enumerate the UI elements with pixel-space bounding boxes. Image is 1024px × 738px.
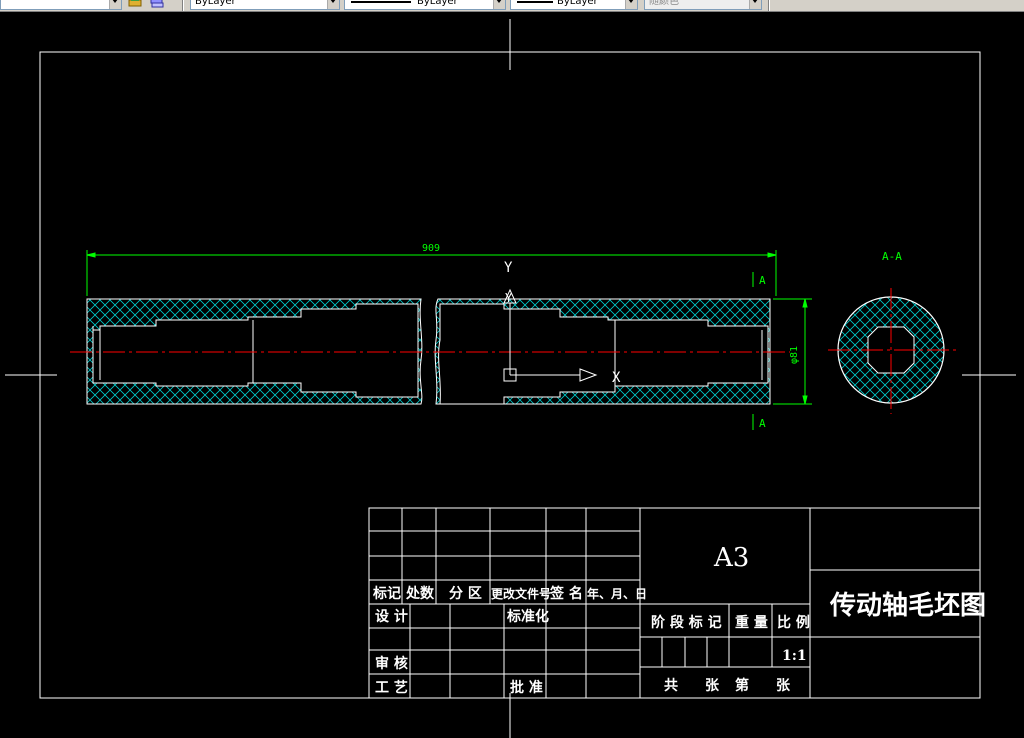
- plotstyle-dropdown[interactable]: 随颜色: [644, 0, 762, 10]
- sheet-unit-label-2: 张: [776, 678, 791, 694]
- section-view-aa: [828, 288, 958, 414]
- layer-previous-icon[interactable]: [150, 0, 164, 9]
- overall-length-value: 909: [422, 243, 440, 254]
- chevron-down-icon[interactable]: [749, 0, 761, 9]
- rev-header-doc: 更改文件号: [491, 586, 551, 601]
- plotstyle-dropdown-value: 随颜色: [649, 0, 679, 7]
- overall-length-dimension: [86, 250, 777, 296]
- stage-label: 阶 段 标 记: [651, 614, 722, 631]
- weight-label: 重 量: [735, 614, 768, 631]
- page-label: 第: [735, 677, 749, 694]
- section-label-top: A: [759, 274, 766, 287]
- toolbar-separator: [768, 0, 770, 11]
- chevron-down-icon[interactable]: [625, 0, 637, 9]
- toolbar-separator: [182, 0, 184, 11]
- chevron-down-icon[interactable]: [493, 0, 505, 9]
- section-view-title: A-A: [882, 250, 902, 263]
- layer-dropdown[interactable]: [0, 0, 122, 10]
- rev-header-count: 处数: [405, 585, 435, 602]
- approve-label: 批 准: [510, 679, 543, 696]
- shaft-front-view: [70, 298, 790, 405]
- section-label-bottom: A: [759, 417, 766, 430]
- chevron-down-icon[interactable]: [109, 0, 121, 9]
- rev-header-sign: 签 名: [549, 585, 583, 602]
- drawing-name: 传动轴毛坯图: [829, 591, 986, 621]
- process-label: 工 艺: [375, 679, 408, 696]
- review-label: 审 核: [375, 655, 408, 672]
- properties-toolbar: ByLayer ByLayer ByLayer 随颜色: [0, 0, 1024, 12]
- standardize-label: 标准化: [506, 608, 549, 625]
- scale-value: 1:1: [782, 648, 807, 664]
- diameter-value: φ81: [789, 346, 800, 364]
- lineweight-dropdown[interactable]: ByLayer: [510, 0, 638, 10]
- layer-state-icon[interactable]: [128, 0, 142, 9]
- color-dropdown[interactable]: ByLayer: [190, 0, 340, 10]
- ucs-crosshair-y-label: Y: [504, 260, 513, 276]
- linetype-preview: [351, 1, 411, 3]
- ucs-y-label: Y: [505, 291, 513, 305]
- total-label: 共: [664, 677, 678, 694]
- sheet-size-label: A3: [713, 543, 749, 573]
- rev-header-zone: 分 区: [449, 586, 482, 602]
- linetype-dropdown[interactable]: ByLayer: [344, 0, 506, 10]
- ucs-x-label: X: [612, 370, 621, 386]
- rev-header-date: 年、月、日: [587, 586, 647, 601]
- design-label: 设 计: [375, 608, 408, 625]
- drawing-canvas[interactable]: Y Y X 909 φ81 A A A-A A3 传动轴毛坯图 标记 处数 分 …: [0, 12, 1024, 738]
- rev-header-mark: 标记: [372, 585, 401, 602]
- color-dropdown-value: ByLayer: [195, 0, 236, 7]
- chevron-down-icon[interactable]: [327, 0, 339, 9]
- sheet-unit-label: 张: [705, 678, 720, 694]
- scale-label: 比 例: [777, 614, 810, 631]
- lineweight-preview: [517, 1, 553, 3]
- lineweight-dropdown-value: ByLayer: [557, 0, 598, 7]
- linetype-dropdown-value: ByLayer: [417, 0, 458, 7]
